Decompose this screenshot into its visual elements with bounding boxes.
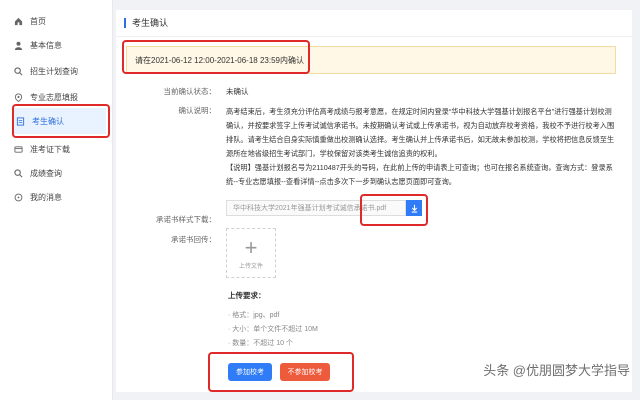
annotation-box-sidebar xyxy=(12,104,110,138)
search-icon xyxy=(12,65,24,77)
sidebar-item-basic-info[interactable]: 基本信息 xyxy=(12,34,110,56)
sidebar-item-label: 成绩查询 xyxy=(30,168,62,178)
sidebar-item-label: 准考证下载 xyxy=(30,144,70,154)
description-paragraph: 高考结束后，考生须充分评估高考成绩与报考意愿，在规定时间内登录“华中科技大学强基… xyxy=(226,107,615,158)
requirement-item: · 数量：不超过 10 个 xyxy=(228,340,293,347)
requirement-item: · 大小：单个文件不超过 10M xyxy=(228,326,318,333)
upload-requirements-title: 上传要求： xyxy=(228,291,266,300)
sidebar-item-label: 我的消息 xyxy=(30,192,62,202)
page-title-text: 考生确认 xyxy=(132,18,169,28)
plus-icon: + xyxy=(244,234,258,260)
location-icon xyxy=(12,91,24,103)
upload-label: 承诺书回传： xyxy=(171,235,216,244)
requirement-item: · 格式：jpg、pdf xyxy=(228,312,280,319)
message-icon xyxy=(12,191,24,203)
template-download-label: 承诺书样式下载： xyxy=(156,215,216,224)
sidebar-item-label: 基本信息 xyxy=(30,40,62,50)
watermark: 头条 @优朋圆梦大学指导 xyxy=(483,360,630,379)
sidebar-item-plan-query[interactable]: 招生计划查询 xyxy=(12,60,110,82)
confirmation-description: 高考结束后，考生须充分评估高考成绩与报考意愿，在规定时间内登录“华中科技大学强基… xyxy=(226,105,616,189)
sidebar: 首页 基本信息 招生计划查询 专业志愿填报 考生确认 准考证下载 成绩查询 我的… xyxy=(0,0,113,400)
description-note: 【说明】强基计划报名号为2110487开头的号码，在此前上传的申请表上可查询；也… xyxy=(226,163,613,186)
annotation-box-notice xyxy=(122,40,310,74)
upload-file-text: 上传文件 xyxy=(238,263,263,270)
sidebar-item-score-query[interactable]: 成绩查询 xyxy=(12,162,110,184)
app-window: 首页 基本信息 招生计划查询 专业志愿填报 考生确认 准考证下载 成绩查询 我的… xyxy=(0,0,640,400)
description-label: 确认说明： xyxy=(178,106,217,115)
sidebar-item-admission-ticket[interactable]: 准考证下载 xyxy=(12,138,110,160)
status-label: 当前确认状态： xyxy=(163,87,217,96)
sidebar-item-label: 专业志愿填报 xyxy=(30,92,78,102)
watermark-text: 头条 @优朋圆梦大学指导 xyxy=(483,363,630,378)
title-accent-bar xyxy=(124,17,126,28)
home-icon xyxy=(12,15,24,27)
sidebar-item-label: 招生计划查询 xyxy=(30,66,78,76)
search-icon xyxy=(12,167,24,179)
user-icon xyxy=(12,39,24,51)
card-icon xyxy=(12,143,24,155)
annotation-box-download xyxy=(360,194,428,226)
sidebar-item-messages[interactable]: 我的消息 xyxy=(12,186,110,208)
status-value: 未确认 xyxy=(226,87,249,96)
sidebar-item-home[interactable]: 首页 xyxy=(12,10,110,32)
page-title: 考生确认 xyxy=(124,16,168,29)
sidebar-item-label: 首页 xyxy=(30,16,46,26)
annotation-box-buttons xyxy=(208,352,354,392)
title-divider xyxy=(116,36,632,37)
upload-file-box[interactable]: + 上传文件 xyxy=(226,228,276,278)
